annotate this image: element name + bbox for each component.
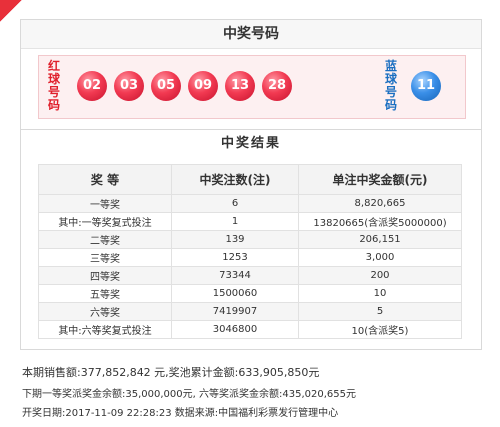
prize-amount-cell: 200 xyxy=(298,266,462,285)
winning-numbers-panel: 中奖号码 红 球 号 码 02 03 05 09 13 28 蓝 球 号 码 1… xyxy=(20,19,482,131)
table-row: 二等奖 139 206,151 xyxy=(38,230,462,249)
red-ball: 02 xyxy=(77,71,107,101)
winning-numbers-title: 中奖号码 xyxy=(21,20,481,49)
winner-count-cell: 139 xyxy=(171,230,299,249)
prize-amount-cell: 10(含派奖5) xyxy=(298,320,462,339)
prize-level-cell: 其中:一等奖复式投注 xyxy=(38,212,172,231)
table-row: 一等奖 6 8,820,665 xyxy=(38,194,462,213)
table-row: 其中:一等奖复式投注 1 13820665(含派奖5000000) xyxy=(38,212,462,231)
prize-level-cell: 六等奖 xyxy=(38,302,172,321)
table-row: 四等奖 73344 200 xyxy=(38,266,462,285)
table-row: 五等奖 1500060 10 xyxy=(38,284,462,303)
prize-level-cell: 四等奖 xyxy=(38,266,172,285)
table-row: 六等奖 7419907 5 xyxy=(38,302,462,321)
red-ball: 28 xyxy=(262,71,292,101)
sales-and-pool-info: 本期销售额:377,852,842 元,奖池累计金额:633,905,850元 xyxy=(22,366,320,379)
winner-count-cell: 3046800 xyxy=(171,320,299,339)
blue-ball: 11 xyxy=(411,71,441,101)
results-panel: 中奖结果 奖 等 中奖注数(注) 单注中奖金额(元) 一等奖 6 8,820,6… xyxy=(20,129,482,350)
winner-count-cell: 73344 xyxy=(171,266,299,285)
prize-amount-cell: 5 xyxy=(298,302,462,321)
winner-count-cell: 6 xyxy=(171,194,299,213)
header-winner-count: 中奖注数(注) xyxy=(171,164,299,195)
red-ball: 09 xyxy=(188,71,218,101)
next-bonus-info: 下期一等奖派奖金余额:35,000,000元, 六等奖派奖金余额:435,020… xyxy=(22,389,356,400)
draw-date-source-info: 开奖日期:2017-11-09 22:28:23 数据来源:中国福利彩票发行管理… xyxy=(22,408,339,419)
winner-count-cell: 1500060 xyxy=(171,284,299,303)
prize-level-cell: 三等奖 xyxy=(38,248,172,267)
header-prize-amount: 单注中奖金额(元) xyxy=(298,164,462,195)
winner-count-cell: 1 xyxy=(171,212,299,231)
results-title: 中奖结果 xyxy=(220,136,281,151)
prize-level-cell: 二等奖 xyxy=(38,230,172,249)
number-bar: 红 球 号 码 02 03 05 09 13 28 蓝 球 号 码 11 xyxy=(38,55,466,119)
winner-count-cell: 1253 xyxy=(171,248,299,267)
table-header-row: 奖 等 中奖注数(注) 单注中奖金额(元) xyxy=(38,164,462,195)
red-ball: 03 xyxy=(114,71,144,101)
table-row: 三等奖 1253 3,000 xyxy=(38,248,462,267)
prize-level-cell: 其中:六等奖复式投注 xyxy=(38,320,172,339)
table-row: 其中:六等奖复式投注 3046800 10(含派奖5) xyxy=(38,320,462,339)
results-table: 奖 等 中奖注数(注) 单注中奖金额(元) 一等奖 6 8,820,665 其中… xyxy=(38,164,462,339)
prize-amount-cell: 10 xyxy=(298,284,462,303)
prize-amount-cell: 3,000 xyxy=(298,248,462,267)
red-ball: 13 xyxy=(225,71,255,101)
red-label-char: 码 xyxy=(47,98,60,112)
blue-ball-label: 蓝 球 号 码 xyxy=(384,60,398,112)
red-ball-label: 红 球 号 码 xyxy=(47,60,61,112)
prize-amount-cell: 206,151 xyxy=(298,230,462,249)
blue-label-char: 码 xyxy=(384,98,397,112)
prize-level-cell: 一等奖 xyxy=(38,194,172,213)
winner-count-cell: 7419907 xyxy=(171,302,299,321)
prize-amount-cell: 8,820,665 xyxy=(298,194,462,213)
prize-amount-cell: 13820665(含派奖5000000) xyxy=(298,212,462,231)
red-ball: 05 xyxy=(151,71,181,101)
header-prize-level: 奖 等 xyxy=(38,164,172,195)
prize-level-cell: 五等奖 xyxy=(38,284,172,303)
corner-flag xyxy=(0,0,22,22)
